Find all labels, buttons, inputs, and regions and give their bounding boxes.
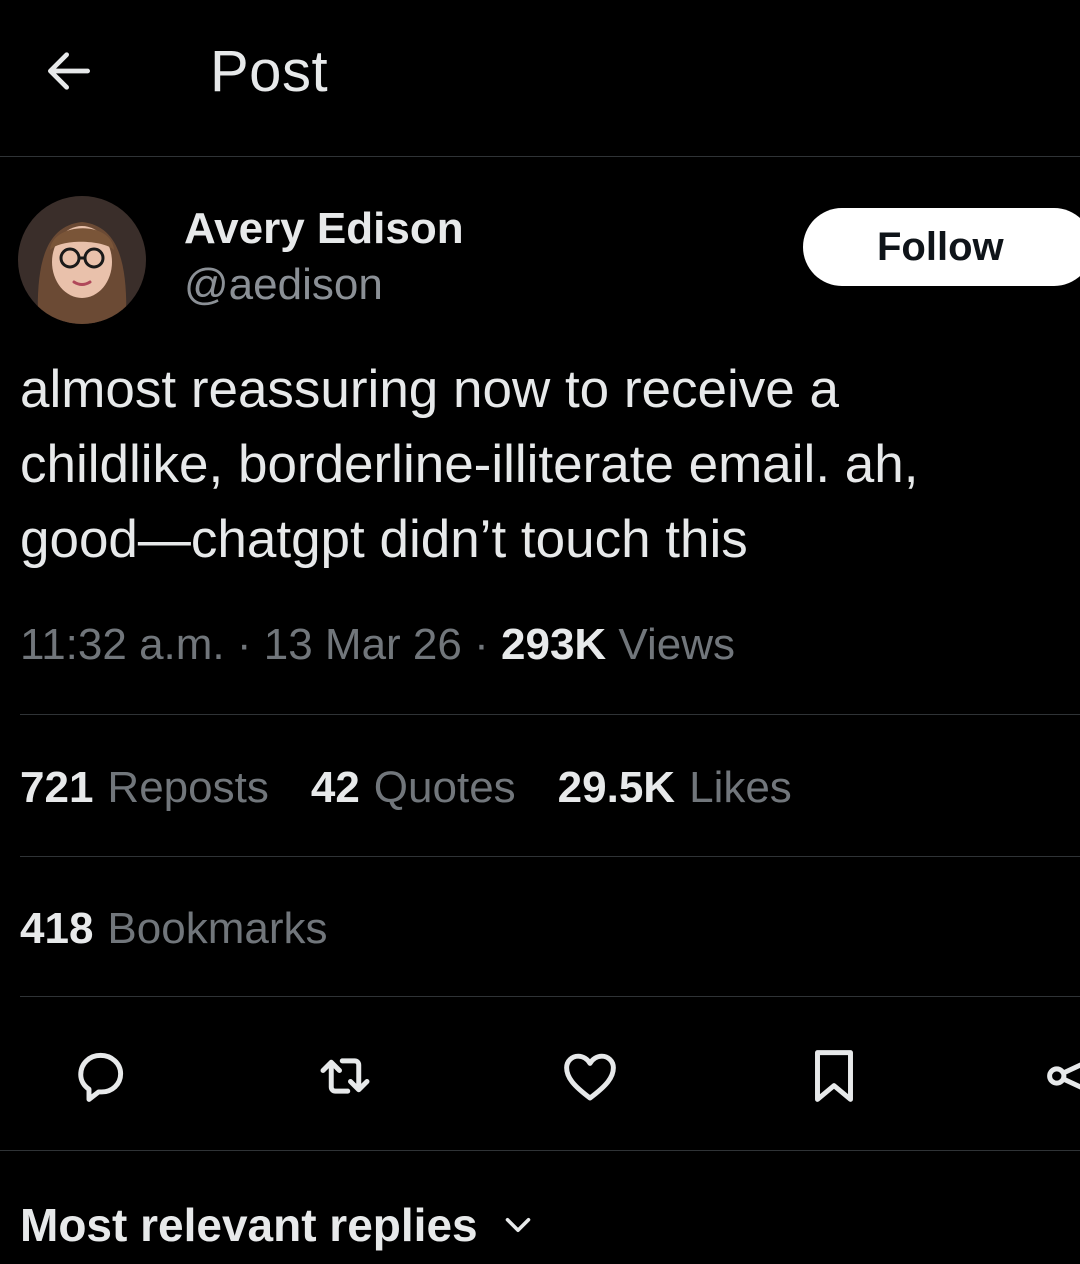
quotes-label: Quotes xyxy=(373,763,516,812)
divider xyxy=(20,856,1080,857)
reply-icon xyxy=(78,1052,124,1102)
post-meta: 11:32 a.m. · 13 Mar 26 · 293K Views xyxy=(20,620,735,670)
action-bar xyxy=(0,1040,1080,1112)
avatar[interactable] xyxy=(18,196,146,324)
bookmarks-count: 418 xyxy=(20,904,94,953)
share-icon xyxy=(1047,1062,1080,1090)
repost-button[interactable] xyxy=(309,1040,381,1112)
divider xyxy=(20,714,1080,715)
divider xyxy=(0,1150,1080,1151)
meta-separator: · xyxy=(474,620,489,669)
share-button[interactable] xyxy=(1040,1040,1080,1112)
views-label: Views xyxy=(618,620,735,669)
reply-button[interactable] xyxy=(64,1040,136,1112)
repost-icon xyxy=(320,1058,370,1094)
likes-label: Likes xyxy=(689,763,792,812)
back-button[interactable] xyxy=(38,40,100,102)
likes-count: 29.5K xyxy=(557,763,676,812)
bookmark-stats: 418 Bookmarks xyxy=(20,904,370,954)
reposts-count: 721 xyxy=(20,763,94,812)
replies-sort-label: Most relevant replies xyxy=(20,1199,478,1251)
reposts-stat[interactable]: 721 Reposts xyxy=(20,763,269,813)
page-title: Post xyxy=(210,39,329,104)
like-button[interactable] xyxy=(554,1040,626,1112)
bookmarks-label: Bookmarks xyxy=(107,904,328,953)
like-icon xyxy=(564,1053,616,1101)
author-handle[interactable]: @aedison xyxy=(184,260,383,310)
post-date: 13 Mar 26 xyxy=(263,620,462,669)
post-text: almost reassuring now to receive a child… xyxy=(20,360,919,569)
author-name[interactable]: Avery Edison xyxy=(184,204,464,254)
chevron-down-icon xyxy=(500,1207,536,1243)
bookmarks-stat[interactable]: 418 Bookmarks xyxy=(20,904,328,954)
bookmark-button[interactable] xyxy=(798,1040,870,1112)
top-bar: Post xyxy=(0,0,1080,157)
engagement-stats: 721 Reposts 42 Quotes 29.5K Likes xyxy=(20,763,834,813)
follow-button[interactable]: Follow xyxy=(803,208,1080,286)
divider xyxy=(20,996,1080,997)
arrow-left-icon xyxy=(48,52,90,90)
views-count: 293K xyxy=(501,620,607,669)
bookmark-icon xyxy=(815,1050,853,1102)
avatar-image xyxy=(18,196,146,324)
quotes-stat[interactable]: 42 Quotes xyxy=(311,763,516,813)
views-stat[interactable]: 293K Views xyxy=(501,620,735,669)
reposts-label: Reposts xyxy=(107,763,269,812)
quotes-count: 42 xyxy=(310,763,360,812)
likes-stat[interactable]: 29.5K Likes xyxy=(558,763,792,813)
post-time: 11:32 a.m. xyxy=(20,620,225,669)
meta-separator: · xyxy=(236,620,252,669)
replies-sort-dropdown[interactable]: Most relevant replies xyxy=(20,1198,536,1252)
